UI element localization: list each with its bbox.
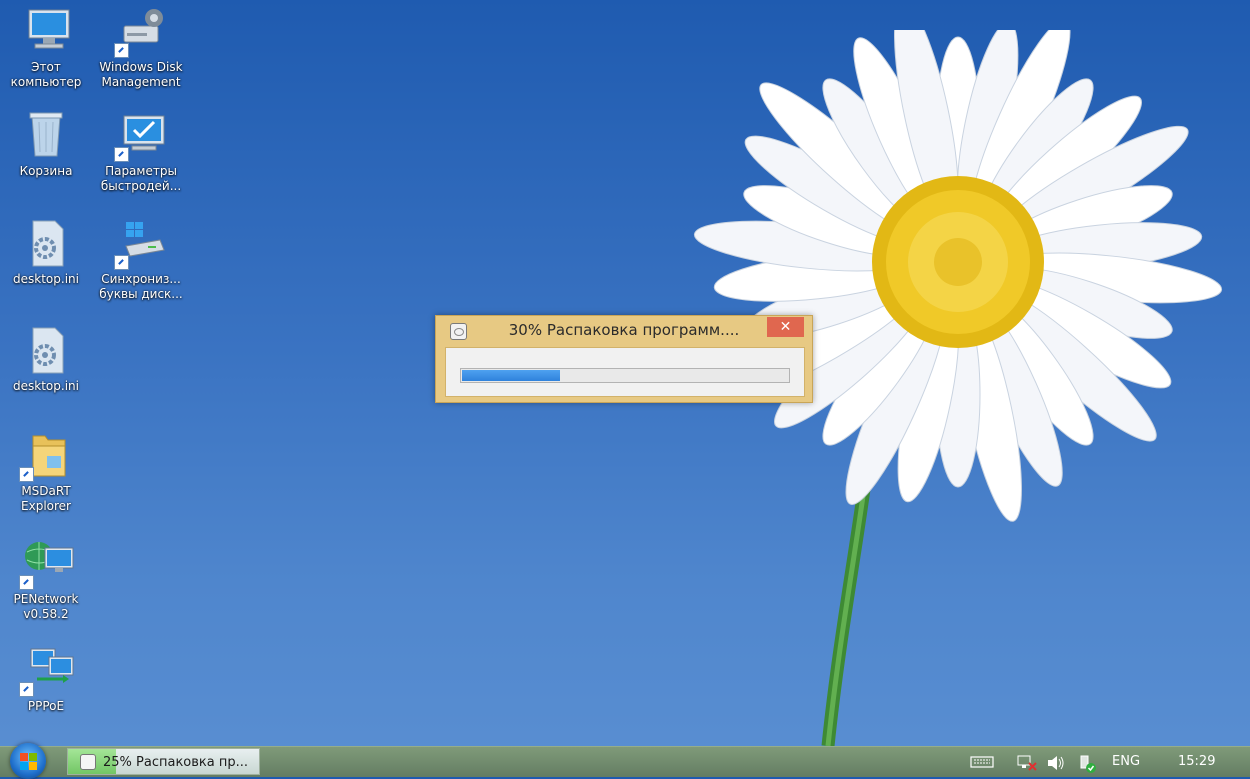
drive-sync-icon [112, 218, 170, 270]
disk-management-icon [112, 6, 170, 58]
folder-explorer-icon [17, 430, 75, 482]
shortcut-arrow-icon [19, 682, 34, 697]
windows-logo-part [29, 753, 37, 761]
icon-label: desktop.ini [13, 272, 79, 286]
taskbar-task-extract[interactable]: 25% Распаковка пр... [67, 748, 260, 775]
pppoe-icon [17, 645, 75, 697]
installer-icon [80, 754, 96, 770]
shortcut-arrow-icon [114, 255, 129, 270]
taskbar: 25% Распаковка пр... ENG 15:29 [0, 743, 1250, 779]
extract-progress-dialog[interactable]: 30% Распаковка программ.... ✕ [435, 315, 813, 403]
icon-label: Параметры быстродей... [100, 164, 182, 193]
network-icon [17, 538, 75, 590]
icon-label: Этот компьютер [10, 60, 82, 89]
safely-remove-hardware-icon[interactable] [1076, 755, 1098, 773]
windows-logo-icon [20, 753, 28, 761]
computer-icon [17, 6, 75, 58]
task-label: 25% Распаковка пр... [103, 755, 249, 770]
desktop-icon-disk-management[interactable]: Windows Disk Management [95, 6, 187, 90]
performance-settings-icon [112, 110, 170, 162]
clock[interactable]: 15:29 [1178, 754, 1215, 769]
shortcut-arrow-icon [114, 147, 129, 162]
start-button[interactable] [10, 743, 46, 779]
desktop-icon-penetwork[interactable]: PENetwork v0.58.2 [0, 538, 92, 622]
config-file-icon [17, 218, 75, 270]
windows-logo-part [29, 762, 37, 770]
recycle-bin-icon [17, 110, 75, 162]
icon-label: Корзина [19, 164, 73, 178]
shortcut-arrow-icon [114, 43, 129, 58]
desktop-icon-msdart-explorer[interactable]: MSDaRT Explorer [0, 430, 92, 514]
desktop-icon-performance-settings[interactable]: Параметры быстродей... [95, 110, 187, 194]
desktop: Этот компьютер Корзина desktop.ini deskt… [0, 0, 1250, 746]
progress-bar-fill [462, 370, 560, 381]
icon-label: PPPoE [27, 699, 65, 713]
config-file-icon [17, 325, 75, 377]
progress-bar [460, 368, 790, 383]
desktop-icon-desktop-ini-2[interactable]: desktop.ini [0, 325, 92, 394]
desktop-icon-this-pc[interactable]: Этот компьютер [0, 6, 92, 90]
icon-label: MSDaRT Explorer [21, 484, 71, 513]
shortcut-arrow-icon [19, 467, 34, 482]
network-disconnected-icon[interactable] [1016, 755, 1038, 771]
icon-label: PENetwork v0.58.2 [13, 592, 79, 621]
icon-label: Windows Disk Management [99, 60, 183, 89]
icon-label: Синхрониз... буквы диск... [99, 272, 183, 301]
dialog-body [445, 347, 805, 397]
desktop-icon-desktop-ini-1[interactable]: desktop.ini [0, 218, 92, 287]
windows-logo-part [20, 762, 28, 770]
icon-label: desktop.ini [13, 379, 79, 393]
dialog-titlebar[interactable]: 30% Распаковка программ.... ✕ [436, 316, 812, 346]
shortcut-arrow-icon [19, 575, 34, 590]
language-indicator[interactable]: ENG [1112, 754, 1140, 769]
desktop-icon-pppoe[interactable]: PPPoE [0, 645, 92, 714]
desktop-icon-drive-sync[interactable]: Синхрониз... буквы диск... [95, 218, 187, 302]
dialog-title: 30% Распаковка программ.... [508, 321, 740, 339]
close-button[interactable]: ✕ [767, 317, 804, 337]
keyboard-icon[interactable] [970, 755, 994, 769]
desktop-icon-recycle-bin[interactable]: Корзина [0, 110, 92, 179]
volume-icon[interactable] [1046, 755, 1066, 771]
